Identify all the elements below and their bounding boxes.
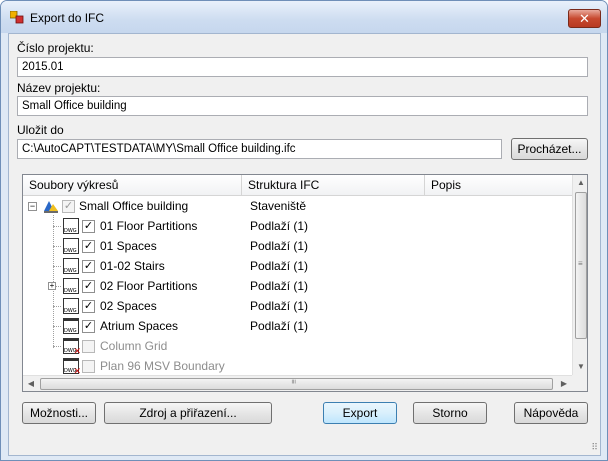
row-label: Plan 96 MSV Boundary <box>100 359 225 373</box>
grip-icon: ≡ <box>578 259 583 268</box>
tree-row-drawing[interactable]: + ✓ 02 Floor Partitions Podlaží (1) <box>23 276 572 296</box>
export-ifc-dialog: Export do IFC ✕ Číslo projektu: 2015.01 … <box>0 0 608 461</box>
row-ifc-structure: Staveniště <box>250 199 307 213</box>
export-button[interactable]: Export <box>323 402 397 424</box>
save-to-label: Uložit do <box>17 123 64 137</box>
row-label: Column Grid <box>100 339 168 353</box>
dwg-icon <box>63 278 79 294</box>
project-number-input[interactable]: 2015.01 <box>17 57 588 77</box>
drawing-tree[interactable]: Soubory výkresů Struktura IFC Popis − ✓ … <box>22 174 588 392</box>
vertical-scrollbar[interactable]: ▲ ≡ ▼ <box>572 175 587 375</box>
row-label: Atrium Spaces <box>100 319 179 333</box>
row-checkbox[interactable]: ✓ <box>82 320 95 333</box>
options-button[interactable]: Možnosti... <box>22 402 96 424</box>
app-icon <box>10 11 24 24</box>
project-name-label: Název projektu: <box>17 81 101 95</box>
project-number-label: Číslo projektu: <box>17 41 94 55</box>
cancel-button[interactable]: Storno <box>413 402 487 424</box>
row-ifc-structure: Podlaží (1) <box>250 319 309 333</box>
row-checkbox[interactable]: ✓ <box>62 200 75 213</box>
tree-row-drawing[interactable]: ✕ Column Grid <box>23 336 572 356</box>
tree-row-drawing[interactable]: ✕ Plan 96 MSV Boundary <box>23 356 572 376</box>
row-ifc-structure: Podlaží (1) <box>250 219 309 233</box>
row-ifc-structure: Podlaží (1) <box>250 239 309 253</box>
dwg-icon <box>63 218 79 234</box>
row-ifc-structure: Podlaží (1) <box>250 279 309 293</box>
tree-header: Soubory výkresů Struktura IFC Popis <box>23 175 572 196</box>
window-title: Export do IFC <box>30 11 105 25</box>
expand-icon[interactable]: + <box>48 282 56 290</box>
row-label: 02 Spaces <box>100 299 157 313</box>
row-checkbox[interactable] <box>82 340 95 353</box>
dialog-body: Číslo projektu: 2015.01 Název projektu: … <box>8 33 601 456</box>
row-label: Small Office building <box>79 199 189 213</box>
row-checkbox[interactable]: ✓ <box>82 260 95 273</box>
title-bar: Export do IFC ✕ <box>1 1 607 33</box>
dwg-excluded-icon: ✕ <box>63 358 81 376</box>
tree-row-drawing[interactable]: ✓ 02 Spaces Podlaží (1) <box>23 296 572 316</box>
column-header-ifc-structure[interactable]: Struktura IFC <box>242 175 425 196</box>
row-label: 01-02 Stairs <box>100 259 165 273</box>
vertical-scroll-thumb[interactable]: ≡ <box>575 192 587 339</box>
collapse-icon[interactable]: − <box>28 202 37 211</box>
scroll-corner <box>572 375 587 391</box>
save-path-input[interactable]: C:\AutoCAPT\TESTDATA\MY\Small Office bui… <box>17 139 502 159</box>
row-checkbox[interactable]: ✓ <box>82 280 95 293</box>
scroll-down-icon[interactable]: ▼ <box>573 359 587 375</box>
close-icon: ✕ <box>579 11 590 26</box>
source-assignment-button[interactable]: Zdroj a přiřazení... <box>104 402 272 424</box>
dwg-open-icon <box>63 318 79 334</box>
dwg-icon <box>63 258 79 274</box>
help-button[interactable]: Nápověda <box>514 402 588 424</box>
row-checkbox[interactable]: ✓ <box>82 220 95 233</box>
scroll-right-icon[interactable]: ▶ <box>556 376 572 391</box>
dwg-icon <box>63 238 79 254</box>
row-ifc-structure: Podlaží (1) <box>250 259 309 273</box>
row-label: 02 Floor Partitions <box>100 279 198 293</box>
column-header-files[interactable]: Soubory výkresů <box>23 175 242 196</box>
grip-icon: ≡ <box>288 379 298 384</box>
scroll-up-icon[interactable]: ▲ <box>573 175 587 191</box>
row-label: 01 Spaces <box>100 239 157 253</box>
close-button[interactable]: ✕ <box>568 9 601 28</box>
browse-button[interactable]: Procházet... <box>511 138 588 160</box>
tree-row-drawing[interactable]: ✓ 01 Floor Partitions Podlaží (1) <box>23 216 572 236</box>
dwg-icon <box>63 298 79 314</box>
dwg-excluded-icon: ✕ <box>63 338 81 356</box>
horizontal-scroll-thumb[interactable]: ≡ <box>40 378 553 390</box>
row-ifc-structure: Podlaží (1) <box>250 299 309 313</box>
row-label: 01 Floor Partitions <box>100 219 198 233</box>
tree-row-root[interactable]: − ✓ Small Office building Staveniště <box>23 196 572 216</box>
row-checkbox[interactable]: ✓ <box>82 240 95 253</box>
resize-grip-icon[interactable]: ⠿ <box>591 442 598 453</box>
column-header-description[interactable]: Popis <box>425 175 572 196</box>
tree-row-drawing[interactable]: ✓ Atrium Spaces Podlaží (1) <box>23 316 572 336</box>
horizontal-scrollbar[interactable]: ◀ ≡ ▶ <box>23 375 572 391</box>
tree-row-drawing[interactable]: ✓ 01 Spaces Podlaží (1) <box>23 236 572 256</box>
scroll-left-icon[interactable]: ◀ <box>23 376 39 391</box>
row-checkbox[interactable]: ✓ <box>82 300 95 313</box>
row-checkbox[interactable] <box>82 360 95 373</box>
project-icon <box>44 201 58 213</box>
project-name-input[interactable]: Small Office building <box>17 96 588 116</box>
tree-row-drawing[interactable]: ✓ 01-02 Stairs Podlaží (1) <box>23 256 572 276</box>
